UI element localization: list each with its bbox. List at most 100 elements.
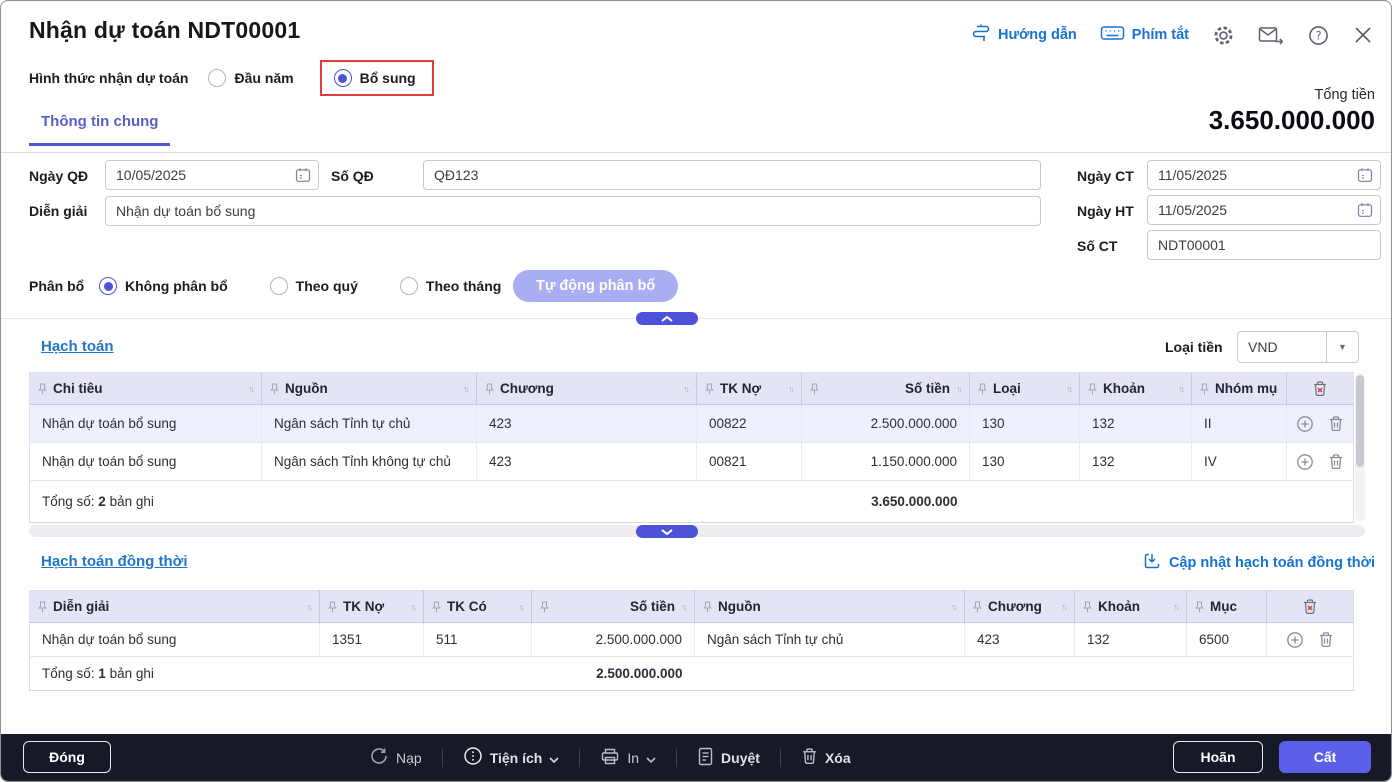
calendar-icon[interactable] — [1357, 167, 1373, 188]
delete-button[interactable]: Xóa — [801, 747, 851, 768]
cell-muc[interactable]: 6500 — [1186, 622, 1267, 657]
so-ct-input[interactable] — [1147, 230, 1381, 260]
delete-row-button[interactable] — [1328, 415, 1344, 432]
calendar-icon[interactable] — [295, 167, 311, 188]
cell-nhom-muc[interactable]: II — [1191, 404, 1287, 443]
hach-toan-dong-thoi-link[interactable]: Hạch toán đồng thời — [41, 553, 187, 570]
col-chuong[interactable]: Chương ↑↓ — [964, 590, 1075, 623]
radio-theo-quy[interactable]: Theo quý — [269, 277, 358, 295]
col-tk-no[interactable]: TK Nợ ↑↓ — [319, 590, 424, 623]
cell-nguon[interactable]: Ngân sách Tỉnh tự chủ — [694, 622, 965, 657]
dien-giai-label: Diễn giải — [29, 203, 88, 219]
postpone-button[interactable]: Hoãn — [1173, 741, 1263, 773]
col-tk-no[interactable]: TK Nợ ↑↓ — [696, 372, 802, 405]
collapse-button[interactable] — [636, 312, 698, 325]
cell-khoan[interactable]: 132 — [1079, 442, 1192, 481]
sort-icon: ↑↓ — [788, 383, 795, 394]
so-ct-label: Số CT — [1077, 238, 1118, 254]
cell-nhom-muc[interactable]: IV — [1191, 442, 1287, 481]
cell-chuong[interactable]: 423 — [476, 442, 697, 481]
radio-theo-thang[interactable]: Theo tháng — [399, 277, 501, 295]
so-ct-field — [1147, 230, 1381, 260]
col-nguon[interactable]: Nguồn ↑↓ — [694, 590, 965, 623]
col-nguon[interactable]: Nguồn ↑↓ — [261, 372, 477, 405]
pin-icon — [540, 601, 549, 612]
col-dien-giai[interactable]: Diễn giải ↑↓ — [29, 590, 320, 623]
approve-button[interactable]: Duyệt — [697, 747, 760, 769]
cell-khoan[interactable]: 132 — [1074, 622, 1187, 657]
cell-tk-no[interactable]: 00821 — [696, 442, 802, 481]
guide-link[interactable]: Hướng dẫn — [971, 23, 1077, 47]
print-button[interactable]: In — [600, 747, 656, 769]
shortcuts-link[interactable]: Phím tắt — [1100, 24, 1189, 46]
phan-bo-radios: Không phân bổ Theo quý Theo tháng — [99, 271, 501, 301]
total-label: Tổng tiền — [1314, 87, 1375, 103]
col-muc[interactable]: Mục — [1186, 590, 1267, 623]
table-row[interactable]: Nhận dự toán bổ sung Ngân sách Tỉnh khôn… — [29, 442, 1354, 481]
ngay-ct-input[interactable] — [1147, 160, 1381, 190]
cell-dien-giai[interactable]: Nhận dự toán bổ sung — [29, 622, 320, 657]
cell-chuong[interactable]: 423 — [964, 622, 1075, 657]
reload-button[interactable]: Nạp — [369, 746, 422, 769]
cell-loai[interactable]: 130 — [969, 404, 1080, 443]
table-row[interactable]: Nhận dự toán bổ sung 1351 511 2.500.000.… — [29, 622, 1354, 657]
cell-chi-tieu[interactable]: Nhận dự toán bổ sung — [29, 404, 262, 443]
col-so-tien[interactable]: Số tiền ↑↓ — [531, 590, 695, 623]
delete-row-button[interactable] — [1328, 453, 1344, 470]
sort-icon: ↑↓ — [1061, 601, 1068, 612]
ngay-qd-field — [105, 160, 319, 190]
update-simultaneous-link[interactable]: Cập nhật hạch toán đồng thời — [1143, 552, 1375, 574]
cell-chi-tieu[interactable]: Nhận dự toán bổ sung — [29, 442, 262, 481]
auto-allocate-button[interactable]: Tự động phân bổ — [513, 270, 679, 302]
cell-loai[interactable]: 130 — [969, 442, 1080, 481]
cell-tk-no[interactable]: 1351 — [319, 622, 424, 657]
col-khoan[interactable]: Khoản ↑↓ — [1079, 372, 1192, 405]
cell-so-tien[interactable]: 2.500.000.000 — [801, 404, 970, 443]
add-row-button[interactable] — [1296, 415, 1314, 433]
cell-nguon[interactable]: Ngân sách Tỉnh tự chủ — [261, 404, 477, 443]
delete-all-button[interactable] — [1295, 380, 1345, 397]
cell-chuong[interactable]: 423 — [476, 404, 697, 443]
cell-tk-co[interactable]: 511 — [423, 622, 532, 657]
ngay-qd-input[interactable] — [105, 160, 319, 190]
help-icon[interactable]: ? — [1307, 24, 1330, 47]
col-tk-co[interactable]: TK Có ↑↓ — [423, 590, 532, 623]
delete-all-button[interactable] — [1275, 598, 1345, 615]
radio-khong-phan-bo[interactable]: Không phân bổ — [99, 277, 228, 295]
ngay-ht-input[interactable] — [1147, 195, 1381, 225]
settings-icon[interactable] — [1212, 24, 1235, 47]
send-mail-icon[interactable] — [1258, 25, 1284, 45]
signpost-icon — [971, 23, 991, 47]
utilities-button[interactable]: Tiện ích — [463, 746, 560, 769]
cell-tk-no[interactable]: 00822 — [696, 404, 802, 443]
hach-toan-link[interactable]: Hạch toán — [41, 338, 114, 355]
cell-so-tien[interactable]: 1.150.000.000 — [801, 442, 970, 481]
col-chi-tieu[interactable]: Chi tiêu ↑↓ — [29, 372, 262, 405]
currency-select[interactable]: VND ▼ — [1237, 331, 1359, 363]
col-so-tien[interactable]: Số tiền ↑↓ — [801, 372, 970, 405]
calendar-icon[interactable] — [1357, 202, 1373, 223]
dien-giai-input[interactable] — [105, 196, 1041, 226]
col-khoan[interactable]: Khoản ↑↓ — [1074, 590, 1187, 623]
table-scrollbar[interactable] — [1355, 373, 1365, 521]
cell-nguon[interactable]: Ngân sách Tỉnh không tự chủ — [261, 442, 477, 481]
radio-dau-nam[interactable]: Đầu năm — [208, 69, 294, 87]
delete-row-button[interactable] — [1318, 631, 1334, 648]
scrollbar-thumb[interactable] — [1356, 375, 1364, 467]
add-row-button[interactable] — [1286, 631, 1304, 649]
cell-so-tien[interactable]: 2.500.000.000 — [531, 622, 695, 657]
col-chuong[interactable]: Chương ↑↓ — [476, 372, 697, 405]
pin-icon — [973, 601, 982, 612]
col-nhom-muc[interactable]: Nhóm mục — [1191, 372, 1287, 405]
radio-bo-sung[interactable]: Bổ sung — [333, 69, 416, 87]
add-row-button[interactable] — [1296, 453, 1314, 471]
close-button[interactable]: Đóng — [23, 741, 111, 773]
so-qd-input[interactable] — [423, 160, 1041, 190]
expand-button[interactable] — [636, 525, 698, 538]
save-button[interactable]: Cất — [1279, 741, 1371, 773]
col-loai[interactable]: Loại ↑↓ — [969, 372, 1080, 405]
table-row[interactable]: Nhận dự toán bổ sung Ngân sách Tỉnh tự c… — [29, 404, 1354, 443]
cell-khoan[interactable]: 132 — [1079, 404, 1192, 443]
tab-thong-tin-chung[interactable]: Thông tin chung — [29, 113, 171, 146]
close-icon[interactable] — [1353, 25, 1373, 45]
